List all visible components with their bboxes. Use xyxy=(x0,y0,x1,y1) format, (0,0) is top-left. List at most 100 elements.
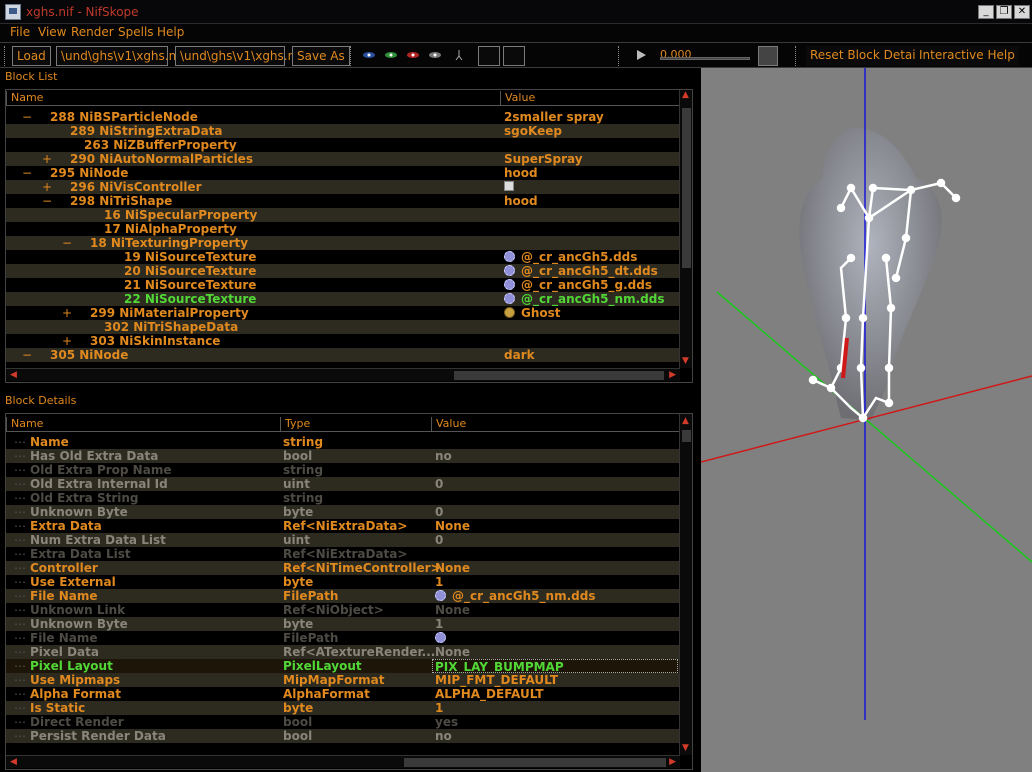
walk-icon[interactable] xyxy=(452,49,466,61)
view-mode-button[interactable] xyxy=(503,46,525,66)
block-list-row[interactable]: − 295 NiNode hood xyxy=(6,166,680,180)
block-list-header-name[interactable]: Name xyxy=(6,91,43,105)
details-row[interactable]: ⋯ Controller Ref<NiTimeController> None xyxy=(6,561,680,575)
menu-view[interactable]: View xyxy=(38,25,66,39)
details-row[interactable]: ⋯ Unknown Byte byte 1 xyxy=(6,617,680,631)
details-value[interactable]: None xyxy=(435,645,470,659)
expand-icon[interactable]: + xyxy=(62,306,72,320)
block-list-row[interactable]: − 288 NiBSParticleNode 2smaller spray xyxy=(6,110,680,124)
details-value[interactable]: yes xyxy=(435,715,458,729)
details-row[interactable]: ⋯ Use External byte 1 xyxy=(6,575,680,589)
collapse-icon[interactable]: − xyxy=(22,110,32,124)
close-button[interactable]: ✕ xyxy=(1014,5,1030,19)
block-list-row[interactable]: 17 NiAlphaProperty xyxy=(6,222,680,236)
details-row[interactable]: ⋯ Name string xyxy=(6,435,680,449)
details-header-value[interactable]: Value xyxy=(431,417,466,431)
block-list-row[interactable]: 16 NiSpecularProperty xyxy=(6,208,680,222)
details-value[interactable]: 0 xyxy=(435,533,443,547)
details-value[interactable]: PIX_LAY_BUMPMAP xyxy=(432,659,678,674)
details-header-type[interactable]: Type xyxy=(280,417,310,431)
details-row[interactable]: ⋯ Old Extra String string xyxy=(6,491,680,505)
details-row[interactable]: ⋯ Old Extra Internal Id uint 0 xyxy=(6,477,680,491)
details-value[interactable]: 1 xyxy=(435,701,443,715)
block-list-row[interactable]: 22 NiSourceTexture @_cr_ancGh5_nm.dds xyxy=(6,292,680,306)
collapse-icon[interactable]: − xyxy=(62,236,72,250)
details-value[interactable]: @_cr_ancGh5_nm.dds xyxy=(435,589,595,603)
time-slider[interactable] xyxy=(660,57,750,60)
menu-file[interactable]: File xyxy=(10,25,30,39)
expand-icon[interactable]: + xyxy=(42,180,52,194)
details-value[interactable]: 1 xyxy=(435,575,443,589)
anim-options-button[interactable] xyxy=(758,46,778,66)
interactive-help-button[interactable]: Interactive Help xyxy=(915,46,1019,66)
details-row[interactable]: ⋯ File Name FilePath @_cr_ancGh5_nm.dds xyxy=(6,589,680,603)
details-value[interactable]: 0 xyxy=(435,477,443,491)
scene-canvas[interactable] xyxy=(701,68,1032,772)
menu-spells[interactable]: Spells xyxy=(118,25,154,39)
details-row[interactable]: ⋯ Old Extra Prop Name string xyxy=(6,463,680,477)
expand-icon[interactable]: + xyxy=(62,334,72,348)
block-list-row[interactable]: +296 NiVisController xyxy=(6,180,680,194)
block-list-row[interactable]: − 18 NiTexturingProperty xyxy=(6,236,680,250)
block-list-hscroll[interactable]: ◀ ▶ xyxy=(6,368,680,381)
render-viewport[interactable] xyxy=(701,68,1032,772)
load-button[interactable]: Load xyxy=(12,46,51,66)
details-row[interactable]: ⋯ File Name FilePath xyxy=(6,631,680,645)
details-value[interactable]: ALPHA_DEFAULT xyxy=(435,687,544,701)
expand-icon[interactable]: + xyxy=(42,152,52,166)
load-path-input[interactable]: \und\ghs\v1\xghs.nif xyxy=(56,46,184,66)
details-value[interactable]: None xyxy=(435,603,470,617)
details-value[interactable]: no xyxy=(435,729,452,743)
details-row[interactable]: ⋯ Num Extra Data List uint 0 xyxy=(6,533,680,547)
block-list-row[interactable]: − 298 NiTriShape hood xyxy=(6,194,680,208)
details-header-name[interactable]: Name xyxy=(6,417,43,431)
details-value[interactable]: no xyxy=(435,449,452,463)
eye-red-icon[interactable] xyxy=(406,49,420,61)
toolbar-grip[interactable] xyxy=(4,46,7,66)
block-list-row[interactable]: − 305 NiNode dark xyxy=(6,348,680,362)
collapse-icon[interactable]: − xyxy=(22,348,32,362)
block-list-row[interactable]: 263 NiZBufferProperty xyxy=(6,138,680,152)
eye-blue-icon[interactable] xyxy=(362,49,376,61)
details-row[interactable]: ⋯ Unknown Link Ref<NiObject> None xyxy=(6,603,680,617)
details-value[interactable]: None xyxy=(435,519,470,533)
collapse-icon[interactable]: − xyxy=(42,194,52,208)
details-row[interactable]: ⋯ Alpha Format AlphaFormat ALPHA_DEFAULT xyxy=(6,687,680,701)
menu-render[interactable]: Render xyxy=(71,25,114,39)
block-details-vscroll[interactable]: ▲ ▼ xyxy=(679,414,692,755)
details-row[interactable]: ⋯ Direct Render bool yes xyxy=(6,715,680,729)
block-list-row[interactable]: 289 NiStringExtraData sgoKeep xyxy=(6,124,680,138)
block-list-vscroll[interactable]: ▲ ▼ xyxy=(679,90,692,368)
details-value[interactable]: None xyxy=(435,561,470,575)
save-path-input[interactable]: \und\ghs\v1\xghs.nif xyxy=(175,46,303,66)
menu-help[interactable]: Help xyxy=(157,25,184,39)
details-row[interactable]: ⋯ Persist Render Data bool no xyxy=(6,729,680,743)
details-value[interactable]: MIP_FMT_DEFAULT xyxy=(435,673,558,687)
details-row[interactable]: ⋯ Is Static byte 1 xyxy=(6,701,680,715)
eye-gray-icon[interactable] xyxy=(428,49,442,61)
minimize-button[interactable]: _ xyxy=(978,5,994,19)
block-list-header-value[interactable]: Value xyxy=(500,91,535,105)
details-row[interactable]: ⋯ Extra Data Ref<NiExtraData> None xyxy=(6,519,680,533)
collapse-icon[interactable]: − xyxy=(22,166,32,180)
details-row[interactable]: ⋯ Pixel Data Ref<ATextureRender... None xyxy=(6,645,680,659)
details-row[interactable]: ⋯ Has Old Extra Data bool no xyxy=(6,449,680,463)
details-value[interactable]: 1 xyxy=(435,617,443,631)
block-details-hscroll[interactable]: ◀ ▶ xyxy=(6,755,680,768)
block-list-row[interactable]: +303 NiSkinInstance xyxy=(6,334,680,348)
block-list-row[interactable]: 19 NiSourceTexture @_cr_ancGh5.dds xyxy=(6,250,680,264)
maximize-button[interactable]: ❐ xyxy=(996,5,1012,19)
details-row[interactable]: ⋯ Unknown Byte byte 0 xyxy=(6,505,680,519)
select-mode-button[interactable] xyxy=(478,46,500,66)
block-list-row[interactable]: +299 NiMaterialProperty Ghost xyxy=(6,306,680,320)
details-row[interactable]: ⋯ Extra Data List Ref<NiExtraData> xyxy=(6,547,680,561)
details-value[interactable]: 0 xyxy=(435,505,443,519)
play-icon[interactable] xyxy=(634,49,648,61)
eye-green-icon[interactable] xyxy=(384,49,398,61)
block-list-row[interactable]: +290 NiAutoNormalParticles SuperSpray xyxy=(6,152,680,166)
block-list-row[interactable]: 20 NiSourceTexture @_cr_ancGh5_dt.dds xyxy=(6,264,680,278)
details-row[interactable]: ⋯ Use Mipmaps MipMapFormat MIP_FMT_DEFAULT xyxy=(6,673,680,687)
details-value[interactable] xyxy=(435,631,452,645)
block-list-row[interactable]: 302 NiTriShapeData xyxy=(6,320,680,334)
save-as-button[interactable]: Save As xyxy=(292,46,350,66)
